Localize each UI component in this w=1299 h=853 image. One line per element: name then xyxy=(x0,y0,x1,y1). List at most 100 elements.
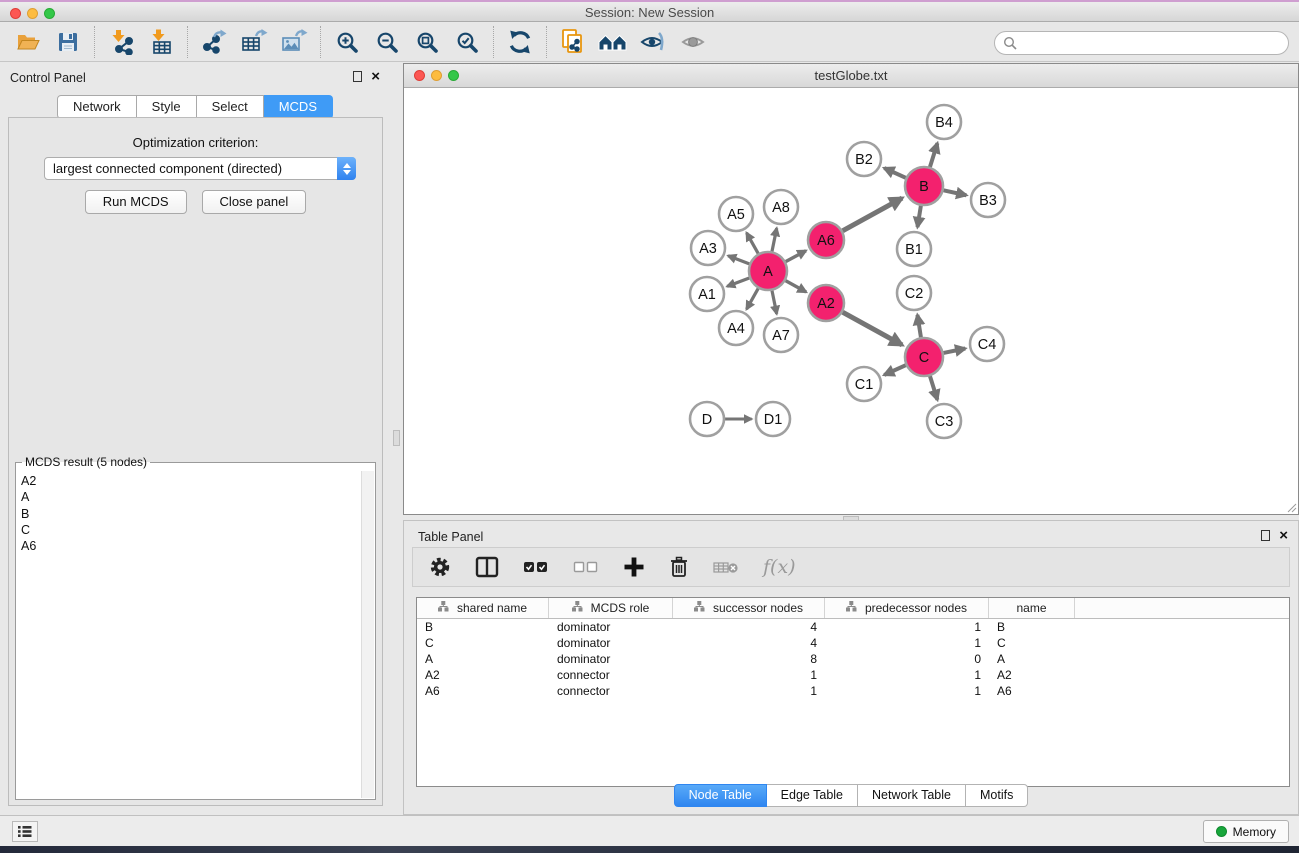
table-cell[interactable]: 1 xyxy=(825,636,989,650)
table-cell[interactable]: 1 xyxy=(825,668,989,682)
column-header-successor-nodes[interactable]: successor nodes xyxy=(673,598,825,618)
graph-edge-A-A8[interactable] xyxy=(772,228,777,251)
table-row[interactable]: Bdominator41B xyxy=(417,619,1289,635)
table-cell[interactable]: A6 xyxy=(989,684,1075,698)
graph-edge-A-A4[interactable] xyxy=(747,288,759,309)
graph-node-C1[interactable]: C1 xyxy=(847,367,881,401)
graph-node-B1[interactable]: B1 xyxy=(897,232,931,266)
select-all-icon[interactable] xyxy=(523,558,549,576)
table-row[interactable]: A6connector11A6 xyxy=(417,683,1289,699)
table-row[interactable]: Cdominator41C xyxy=(417,635,1289,651)
result-item[interactable]: C xyxy=(21,522,361,538)
graph-edge-A6-B[interactable] xyxy=(843,198,902,231)
graph-node-B3[interactable]: B3 xyxy=(971,183,1005,217)
graph-edge-A-A2[interactable] xyxy=(786,281,807,292)
graph-node-C[interactable]: C xyxy=(905,338,943,376)
table-cell[interactable]: dominator xyxy=(549,652,673,666)
column-header-predecessor-nodes[interactable]: predecessor nodes xyxy=(825,598,989,618)
table-cell[interactable]: A2 xyxy=(417,668,549,682)
table-cell[interactable]: dominator xyxy=(549,620,673,634)
tab-edge-table[interactable]: Edge Table xyxy=(767,784,858,807)
tab-motifs[interactable]: Motifs xyxy=(966,784,1028,807)
table-cell[interactable]: 4 xyxy=(673,636,825,650)
network-canvas[interactable]: B4B2BB3A8A5A6A3B1AC2A1A2A4A7C4CC1DD1C3 xyxy=(404,89,1298,514)
zoom-out-button[interactable] xyxy=(367,25,407,59)
graph-node-A8[interactable]: A8 xyxy=(764,190,798,224)
tab-style[interactable]: Style xyxy=(137,95,197,119)
column-header-MCDS-role[interactable]: MCDS role xyxy=(549,598,673,618)
graph-node-C2[interactable]: C2 xyxy=(897,276,931,310)
gear-icon[interactable] xyxy=(429,556,451,578)
tab-select[interactable]: Select xyxy=(197,95,264,119)
home-button[interactable] xyxy=(593,25,633,59)
graph-node-B4[interactable]: B4 xyxy=(927,105,961,139)
result-item[interactable]: A xyxy=(21,489,361,505)
result-item[interactable]: A6 xyxy=(21,538,361,554)
graph-node-A7[interactable]: A7 xyxy=(764,318,798,352)
table-cell[interactable]: 0 xyxy=(825,652,989,666)
graph-edge-A-A7[interactable] xyxy=(772,291,777,314)
split-columns-icon[interactable] xyxy=(475,556,499,578)
zoom-fit-button[interactable] xyxy=(407,25,447,59)
table-close-panel-icon[interactable]: × xyxy=(1279,530,1288,541)
table-cell[interactable]: A6 xyxy=(417,684,549,698)
table-cell[interactable]: 1 xyxy=(673,684,825,698)
graph-edge-C-C4[interactable] xyxy=(944,348,966,352)
graph-node-D[interactable]: D xyxy=(690,402,724,436)
zoom-in-button[interactable] xyxy=(327,25,367,59)
export-table-button[interactable] xyxy=(234,25,274,59)
graph-edge-B-B1[interactable] xyxy=(917,206,920,227)
node-table[interactable]: shared nameMCDS rolesuccessor nodesprede… xyxy=(416,597,1290,787)
table-cell[interactable]: A2 xyxy=(989,668,1075,682)
table-cell[interactable]: C xyxy=(989,636,1075,650)
graph-node-D1[interactable]: D1 xyxy=(756,402,790,436)
table-cell[interactable]: 8 xyxy=(673,652,825,666)
graph-node-A6[interactable]: A6 xyxy=(808,222,844,258)
table-cell[interactable]: 1 xyxy=(825,684,989,698)
graph-edge-B-B3[interactable] xyxy=(944,190,967,195)
memory-button[interactable]: Memory xyxy=(1203,820,1289,843)
float-panel-icon[interactable] xyxy=(353,71,362,82)
preview-eye-button[interactable] xyxy=(673,25,713,59)
graph-edge-C-C3[interactable] xyxy=(930,376,937,400)
import-network-button[interactable] xyxy=(101,25,141,59)
toggle-visibility-button[interactable] xyxy=(633,25,673,59)
table-cell[interactable]: A xyxy=(417,652,549,666)
table-cell[interactable]: 4 xyxy=(673,620,825,634)
result-item[interactable]: A2 xyxy=(21,473,361,489)
graph-edge-B-B2[interactable] xyxy=(884,168,906,178)
graph-node-B[interactable]: B xyxy=(905,167,943,205)
column-header-name[interactable]: name xyxy=(989,598,1075,618)
graph-node-B2[interactable]: B2 xyxy=(847,142,881,176)
graph-edge-C-C2[interactable] xyxy=(917,315,920,337)
graph-edge-A-A3[interactable] xyxy=(728,256,749,264)
graph-edge-A-A1[interactable] xyxy=(727,278,749,286)
table-cell[interactable]: connector xyxy=(549,668,673,682)
table-float-panel-icon[interactable] xyxy=(1261,530,1270,541)
graph-node-A4[interactable]: A4 xyxy=(719,311,753,345)
table-cell[interactable]: B xyxy=(989,620,1075,634)
table-cell[interactable]: 1 xyxy=(673,668,825,682)
run-mcds-button[interactable]: Run MCDS xyxy=(85,190,187,214)
graph-node-C3[interactable]: C3 xyxy=(927,404,961,438)
table-cell[interactable]: connector xyxy=(549,684,673,698)
graph-node-A5[interactable]: A5 xyxy=(719,197,753,231)
tab-mcds[interactable]: MCDS xyxy=(264,95,333,119)
close-panel-icon[interactable]: × xyxy=(371,71,380,82)
column-header-shared-name[interactable]: shared name xyxy=(417,598,549,618)
resize-grip-icon[interactable] xyxy=(1285,501,1297,513)
table-cell[interactable]: C xyxy=(417,636,549,650)
graph-node-C4[interactable]: C4 xyxy=(970,327,1004,361)
table-row[interactable]: A2connector11A2 xyxy=(417,667,1289,683)
table-row[interactable]: Adominator80A xyxy=(417,651,1289,667)
table-cell[interactable]: dominator xyxy=(549,636,673,650)
graph-edge-C-C1[interactable] xyxy=(884,365,906,375)
result-scrollbar[interactable] xyxy=(361,471,374,798)
export-image-button[interactable] xyxy=(274,25,314,59)
deselect-all-icon[interactable] xyxy=(573,558,599,576)
vertical-splitter-handle[interactable] xyxy=(393,430,400,446)
graph-node-A3[interactable]: A3 xyxy=(691,231,725,265)
tab-node-table[interactable]: Node Table xyxy=(674,784,767,807)
export-network-button[interactable] xyxy=(194,25,234,59)
zoom-selected-button[interactable] xyxy=(447,25,487,59)
